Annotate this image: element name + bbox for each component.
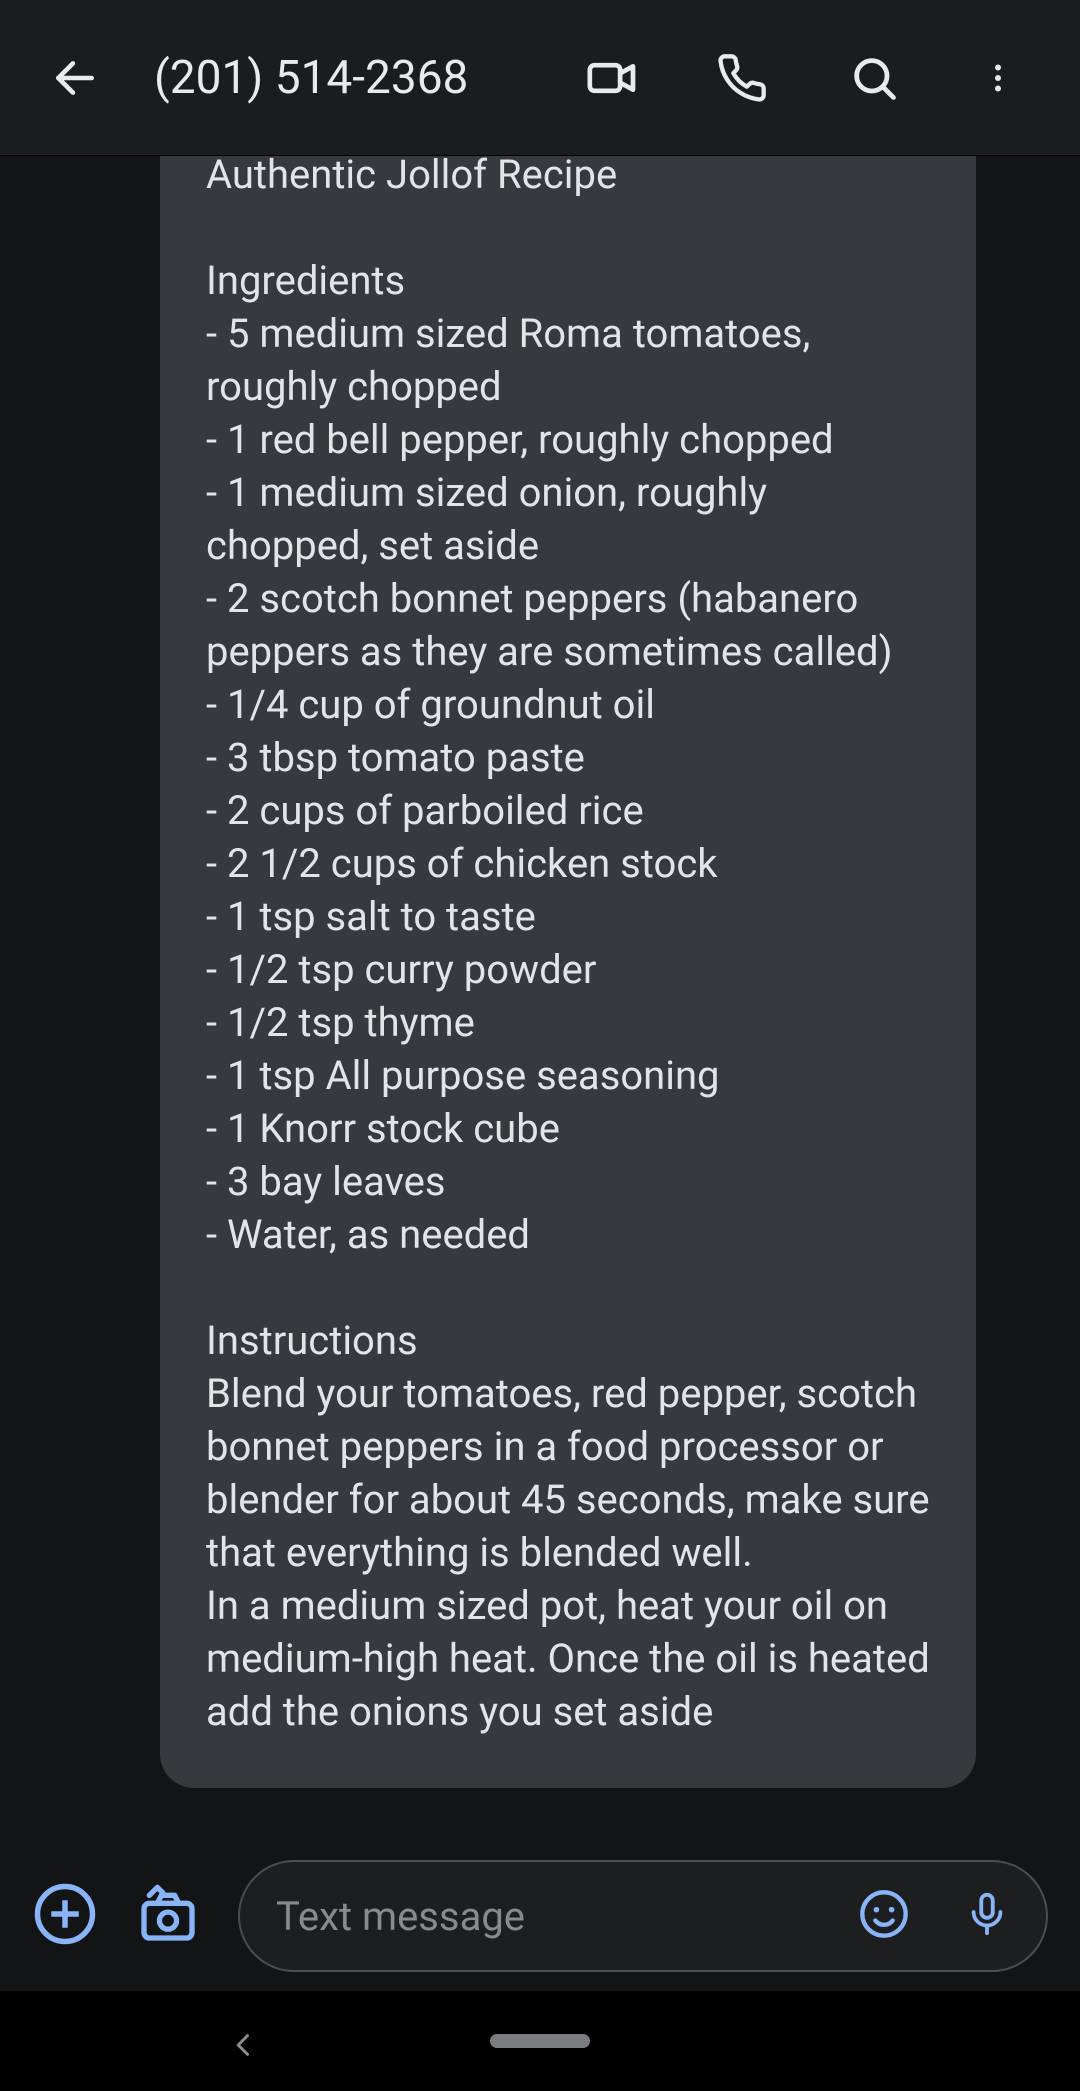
camera-button[interactable] bbox=[136, 1882, 200, 1950]
back-button[interactable] bbox=[50, 53, 110, 103]
voice-call-button[interactable] bbox=[716, 52, 776, 104]
app-bar: (201) 514-2368 bbox=[0, 0, 1080, 155]
search-icon bbox=[848, 52, 900, 104]
system-back-button[interactable] bbox=[230, 2031, 258, 2063]
more-vert-icon bbox=[980, 52, 1016, 104]
plus-circle-icon bbox=[32, 1881, 98, 1947]
mic-icon bbox=[964, 1888, 1010, 1940]
emoji-button[interactable] bbox=[858, 1888, 910, 1944]
arrow-back-icon bbox=[50, 53, 100, 103]
system-nav-bar bbox=[0, 1991, 1080, 2091]
video-call-button[interactable] bbox=[584, 50, 644, 106]
camera-icon bbox=[136, 1882, 200, 1946]
conversation-area[interactable]: Yesterday · 11:39 PM Sent from your Twil… bbox=[0, 0, 1080, 1881]
search-button[interactable] bbox=[848, 52, 908, 104]
chevron-left-icon bbox=[230, 2031, 258, 2059]
emoji-icon bbox=[858, 1888, 910, 1940]
add-attachment-button[interactable] bbox=[32, 1881, 98, 1951]
phone-icon bbox=[716, 52, 768, 104]
message-input[interactable]: Text message bbox=[238, 1860, 1048, 1972]
conversation-title[interactable]: (201) 514-2368 bbox=[154, 51, 584, 105]
incoming-message-bubble[interactable]: Sent from your Twilio trial account - Au… bbox=[160, 53, 976, 1788]
compose-bar: Text message bbox=[0, 1851, 1080, 1981]
gesture-handle[interactable] bbox=[490, 2034, 590, 2048]
overflow-menu-button[interactable] bbox=[980, 52, 1040, 104]
message-input-placeholder: Text message bbox=[276, 1893, 838, 1940]
video-icon bbox=[584, 50, 640, 106]
voice-input-button[interactable] bbox=[964, 1888, 1010, 1944]
